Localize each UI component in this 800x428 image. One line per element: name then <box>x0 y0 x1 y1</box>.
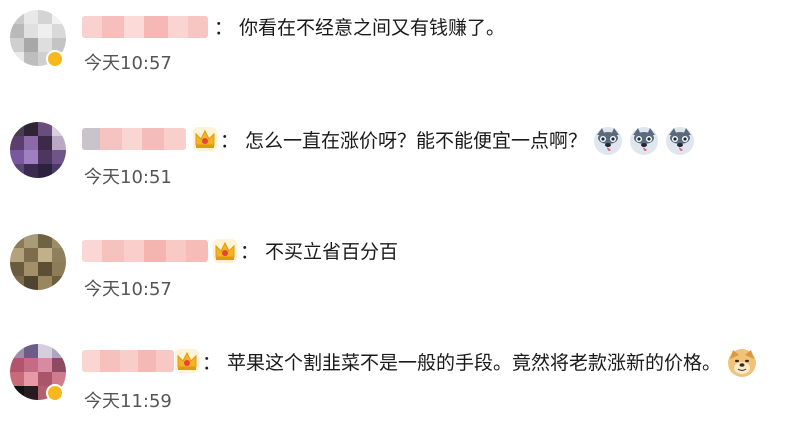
comment-text-line: ： 怎么一直在涨价呀？能不能便宜一点啊？ <box>220 126 695 156</box>
comment-timestamp: 今天11:59 <box>84 391 172 412</box>
comment-colon: ： <box>220 130 240 152</box>
doge-emoji-icon <box>728 349 757 377</box>
comment-text-line: ： 苹果这个割韭菜不是一般的手段。竟然将老款涨新的价格。 <box>202 348 757 378</box>
comment-item: ： 不买立省百分百 今天10:57 <box>0 224 800 314</box>
comment-colon: ： <box>214 17 234 39</box>
husky-emoji-icon <box>630 127 659 155</box>
comment-item: ： 怎么一直在涨价呀？能不能便宜一点啊？ 今天10:51 <box>0 112 800 202</box>
crown-icon <box>175 349 199 373</box>
comment-text: 不买立省百分百 <box>265 241 399 263</box>
avatar[interactable] <box>10 234 66 290</box>
comment-text: 你看在不经意之间又有钱赚了。 <box>239 17 506 39</box>
comment-timestamp: 今天10:57 <box>84 279 172 300</box>
comment-text: 苹果这个割韭菜不是一般的手段。竟然将老款涨新的价格。 <box>227 352 722 374</box>
avatar[interactable] <box>10 122 66 178</box>
username-blurred[interactable] <box>82 16 208 38</box>
crown-icon <box>193 127 217 151</box>
crown-icon <box>213 239 237 263</box>
comment-text-line: ： 你看在不经意之间又有钱赚了。 <box>214 14 505 42</box>
comment-item: ： 苹果这个割韭菜不是一般的手段。竟然将老款涨新的价格。 今天11:59 <box>0 334 800 424</box>
comment-colon: ： <box>202 352 222 374</box>
username-blurred[interactable] <box>82 128 186 150</box>
comment-text-line: ： 不买立省百分百 <box>240 238 398 266</box>
husky-emoji-icon <box>594 127 623 155</box>
vip-badge-icon <box>46 50 64 68</box>
comment-timestamp: 今天10:57 <box>84 53 172 74</box>
comment-text: 怎么一直在涨价呀？能不能便宜一点啊？ <box>245 130 588 152</box>
username-blurred[interactable] <box>82 350 174 372</box>
vip-badge-icon <box>46 384 64 402</box>
username-blurred[interactable] <box>82 240 208 262</box>
comment-colon: ： <box>240 241 260 263</box>
comment-item: ： 你看在不经意之间又有钱赚了。 今天10:57 <box>0 0 800 90</box>
comment-timestamp: 今天10:51 <box>84 167 172 188</box>
comment-feed: ： 你看在不经意之间又有钱赚了。 今天10:57 ： 怎么一直在涨价呀？能不能便… <box>0 0 800 428</box>
husky-emoji-icon <box>666 127 695 155</box>
